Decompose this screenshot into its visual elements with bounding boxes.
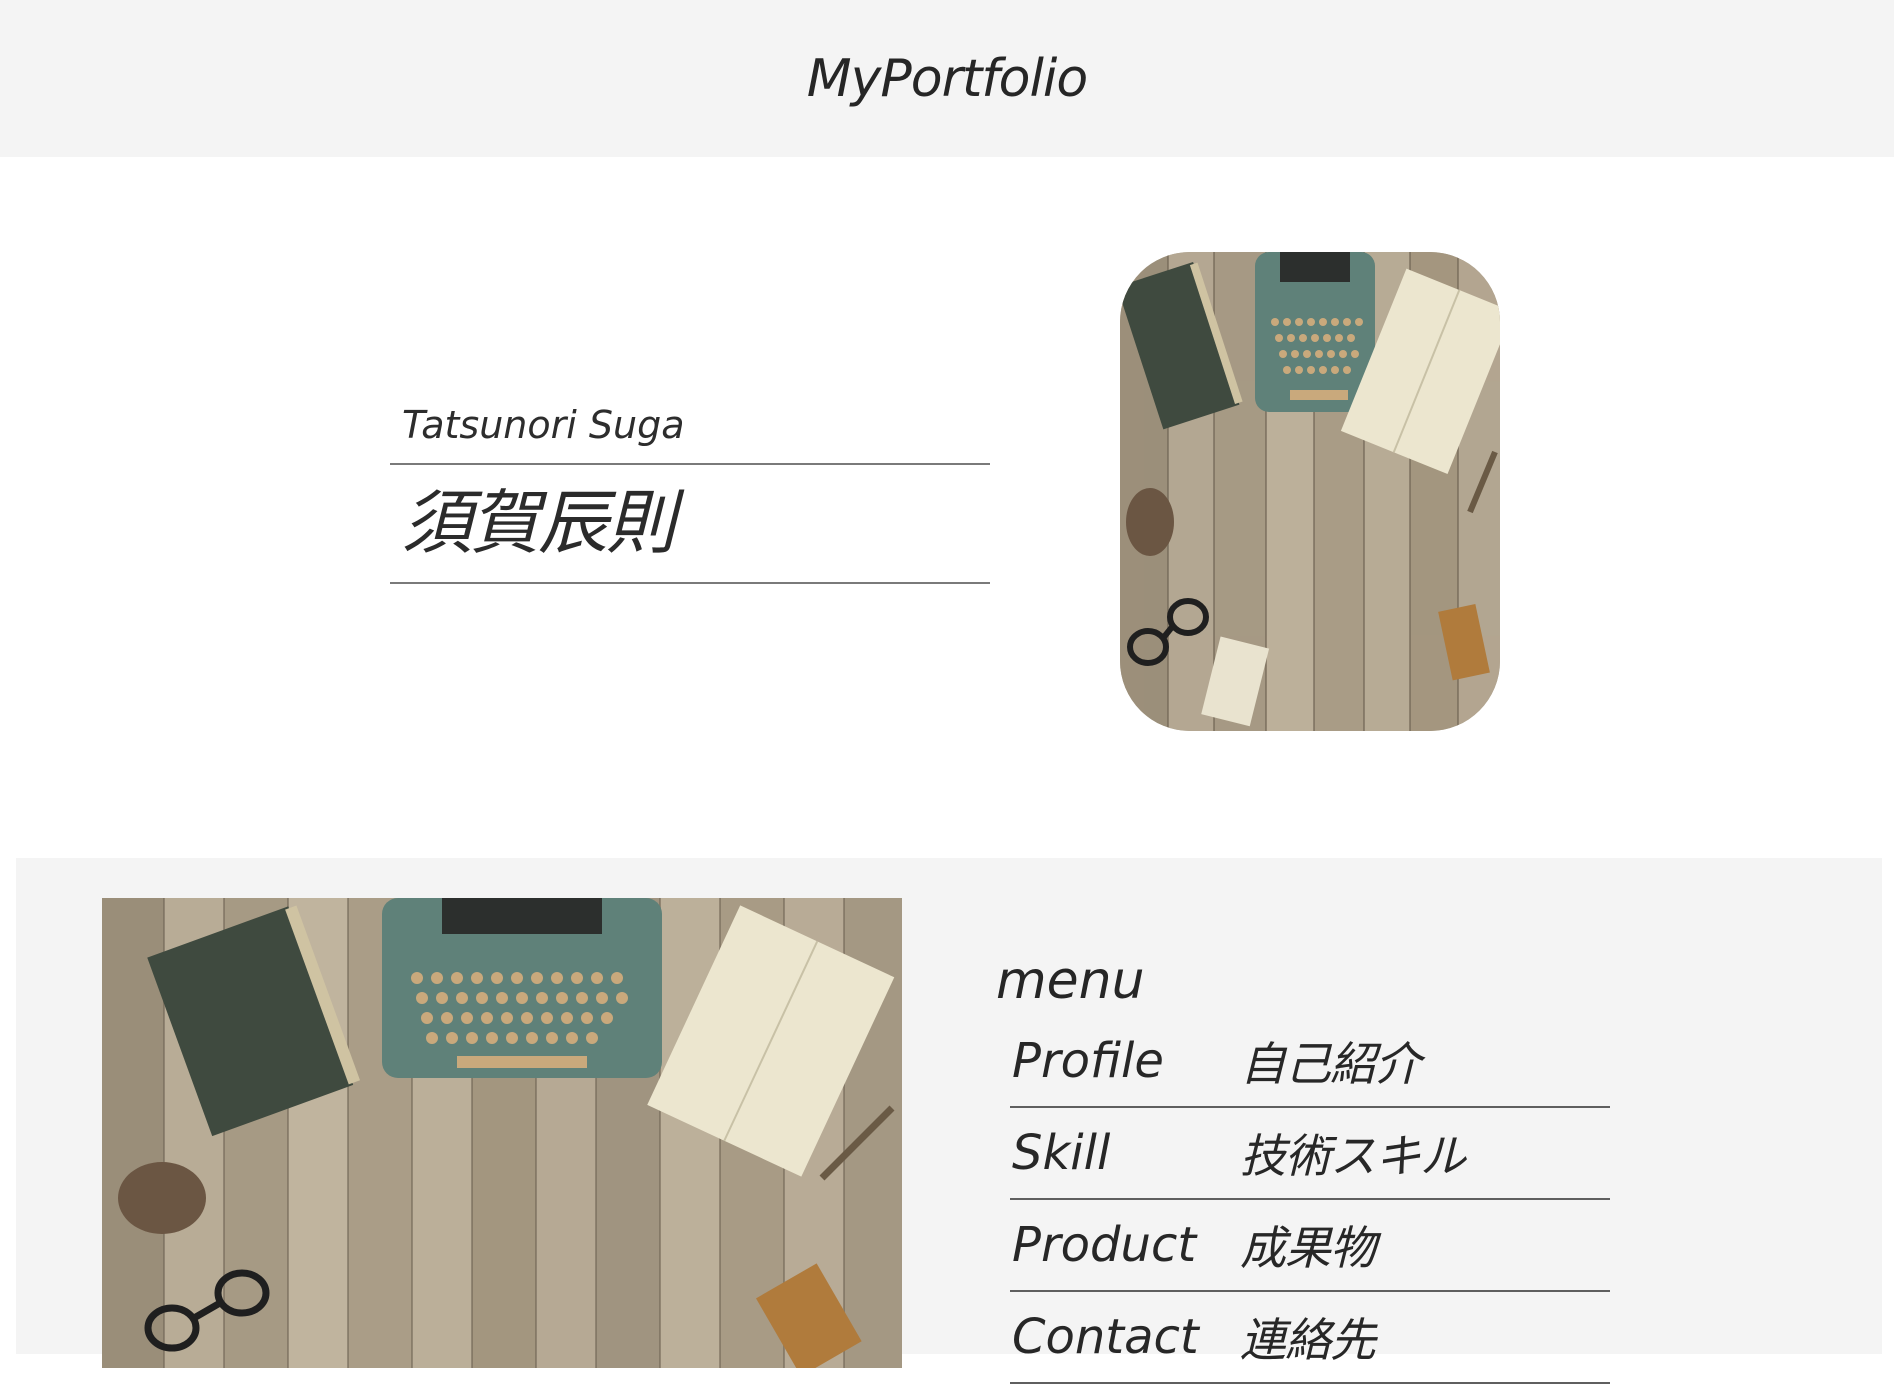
- menu-item-contact[interactable]: Contact 連絡先: [1010, 1292, 1610, 1384]
- menu-item-en: Product: [1012, 1217, 1197, 1274]
- menu-item-ja: 技術スキル: [1240, 1129, 1466, 1184]
- menu-item-en: Contact: [1012, 1309, 1199, 1366]
- menu-item-profile[interactable]: Profile 自己紹介: [1010, 1016, 1610, 1109]
- menu-item-ja: 自己紹介: [1240, 1037, 1421, 1092]
- menu-list: Profile 自己紹介 Skill 技術スキル Product 成果物 Con…: [1010, 1016, 1610, 1384]
- site-header: MyPortfolio: [0, 0, 1894, 157]
- name-roman: Tatsunori Suga: [390, 404, 990, 465]
- name-kanji: 須賀辰則: [390, 465, 990, 585]
- menu-photo: [102, 898, 902, 1368]
- profile-photo: [1120, 252, 1500, 731]
- name-block: Tatsunori Suga 須賀辰則: [390, 404, 990, 585]
- hero-section: Tatsunori Suga 須賀辰則: [0, 157, 1894, 857]
- typewriter-desk-photo-icon: [102, 898, 902, 1368]
- typewriter-desk-photo-icon: [1120, 252, 1500, 731]
- menu-section: menu Profile 自己紹介 Skill 技術スキル Product 成果…: [16, 858, 1882, 1384]
- menu-heading: menu: [996, 951, 1145, 1011]
- menu-item-ja: 連絡先: [1240, 1313, 1376, 1368]
- menu-item-en: Profile: [1012, 1033, 1164, 1090]
- menu-item-en: Skill: [1012, 1125, 1111, 1182]
- menu-block: menu Profile 自己紹介 Skill 技術スキル Product 成果…: [996, 951, 1610, 1384]
- menu-item-skill[interactable]: Skill 技術スキル: [1010, 1108, 1610, 1201]
- site-title[interactable]: MyPortfolio: [807, 49, 1088, 109]
- menu-item-ja: 成果物: [1240, 1221, 1376, 1276]
- menu-item-product[interactable]: Product 成果物: [1010, 1200, 1610, 1293]
